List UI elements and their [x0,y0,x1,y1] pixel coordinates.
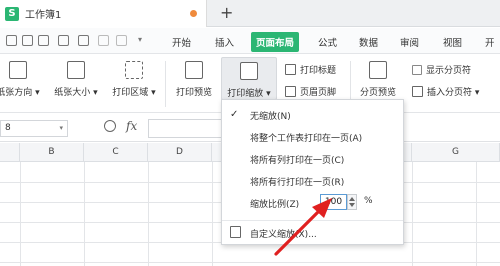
show-page-breaks-checkbox[interactable]: 显示分页符 [412,63,471,76]
print-scale-label: 打印缩放 ▾ [227,89,271,99]
paper-size-icon [67,61,85,79]
menu-insert[interactable]: 插入 [215,35,234,49]
paper-orientation-label: 纸张方向 ▾ [0,88,40,98]
page-break-preview-button[interactable]: 分页预览 [354,61,402,98]
new-tab-button[interactable]: + [220,3,233,22]
chevron-down-icon[interactable]: ▾ [59,121,63,136]
column-header-g[interactable]: G [412,143,500,162]
fit-columns-one-page-option[interactable]: 将所有列打印在一页(C) [250,153,344,166]
menu-page-layout[interactable]: 页面布局 [251,32,300,52]
menu-start[interactable]: 开始 [172,35,191,49]
fx-icon[interactable]: fx [126,119,137,133]
paper-size-label: 纸张大小 ▾ [54,88,98,98]
fit-sheet-one-page-option[interactable]: 将整个工作表打印在一页(A) [250,131,362,144]
menu-bar: ▾ 开始 插入 页面布局 公式 数据 审阅 视图 开 [0,28,500,54]
stepper-down-icon[interactable] [349,203,355,207]
insert-page-break-icon [412,86,423,97]
insert-page-break-button[interactable]: 插入分页符 ▾ [412,85,479,98]
menu-formulas[interactable]: 公式 [318,35,337,49]
save-icon[interactable] [22,35,33,46]
custom-scale-icon [230,226,241,238]
grid-line [0,262,500,263]
print-area-button[interactable]: 打印区域 ▾ [106,61,162,98]
no-scaling-option[interactable]: 无缩放(N) [250,109,291,122]
grid-line [212,162,213,266]
print-titles-label: 打印标题 [300,66,337,76]
checkbox-icon [412,64,422,75]
print-titles-icon [285,64,296,75]
zoom-icon[interactable] [104,120,116,132]
stepper-up-icon[interactable] [349,197,355,201]
menu-data[interactable]: 数据 [359,35,378,49]
undo-icon[interactable] [98,35,109,46]
name-box[interactable]: 8 ▾ [0,120,68,137]
print-scale-icon [240,62,258,80]
insert-page-break-label: 插入分页符 ▾ [427,88,480,98]
redo-icon[interactable] [116,35,127,46]
fit-rows-one-page-option[interactable]: 将所有行打印在一页(R) [250,175,344,188]
document-tab[interactable]: S 工作簿1 [0,0,207,27]
title-bar: S 工作簿1 + [0,0,500,27]
ribbon-separator [165,61,166,107]
header-footer-icon [285,86,296,97]
name-box-value: 8 [5,123,11,133]
check-icon: ✓ [230,109,239,120]
document-title: 工作簿1 [25,10,62,21]
print-preview-label: 打印预览 [175,88,212,98]
grid-line [476,162,477,266]
menu-review[interactable]: 审阅 [400,35,419,49]
column-header-c[interactable]: C [84,143,148,162]
unsaved-dot-icon [190,10,197,17]
paper-size-button[interactable]: 纸张大小 ▾ [50,61,102,98]
paper-orientation-icon [9,61,27,79]
paper-orientation-button[interactable]: 纸张方向 ▾ [0,61,44,98]
grid-line [20,162,21,266]
print-preview-icon[interactable] [78,35,89,46]
grid-line [84,162,85,266]
header-footer-button[interactable]: 页眉页脚 [285,85,336,98]
print-scale-button[interactable]: 打印缩放 ▾ [221,57,277,100]
header-footer-label: 页眉页脚 [300,88,337,98]
grid-line [412,162,413,266]
formula-input[interactable] [148,119,228,138]
column-header-d[interactable]: D [148,143,212,162]
column-header-b[interactable]: B [20,143,84,162]
scale-ratio-stepper[interactable] [347,194,357,210]
print-area-label: 打印区域 ▾ [112,88,156,98]
print-titles-button[interactable]: 打印标题 [285,63,336,76]
print-preview-button[interactable]: 打印预览 [172,61,216,98]
annotation-arrow-icon [274,198,332,256]
menu-more[interactable]: 开 [485,35,495,49]
grid-line [148,162,149,266]
menu-view[interactable]: 视图 [443,35,462,49]
scale-unit-label: % [364,196,373,206]
export-icon[interactable] [38,35,49,46]
page-break-preview-icon [369,61,387,79]
print-area-icon [125,61,143,79]
customize-dropdown-icon[interactable]: ▾ [138,35,149,46]
wps-spreadsheet-icon: S [5,6,19,21]
print-icon[interactable] [58,35,69,46]
corner-header[interactable] [0,143,20,162]
print-preview-icon [185,61,203,79]
page-break-preview-label: 分页预览 [359,88,396,98]
menu-icon[interactable] [6,35,17,46]
show-page-breaks-label: 显示分页符 [426,66,472,76]
